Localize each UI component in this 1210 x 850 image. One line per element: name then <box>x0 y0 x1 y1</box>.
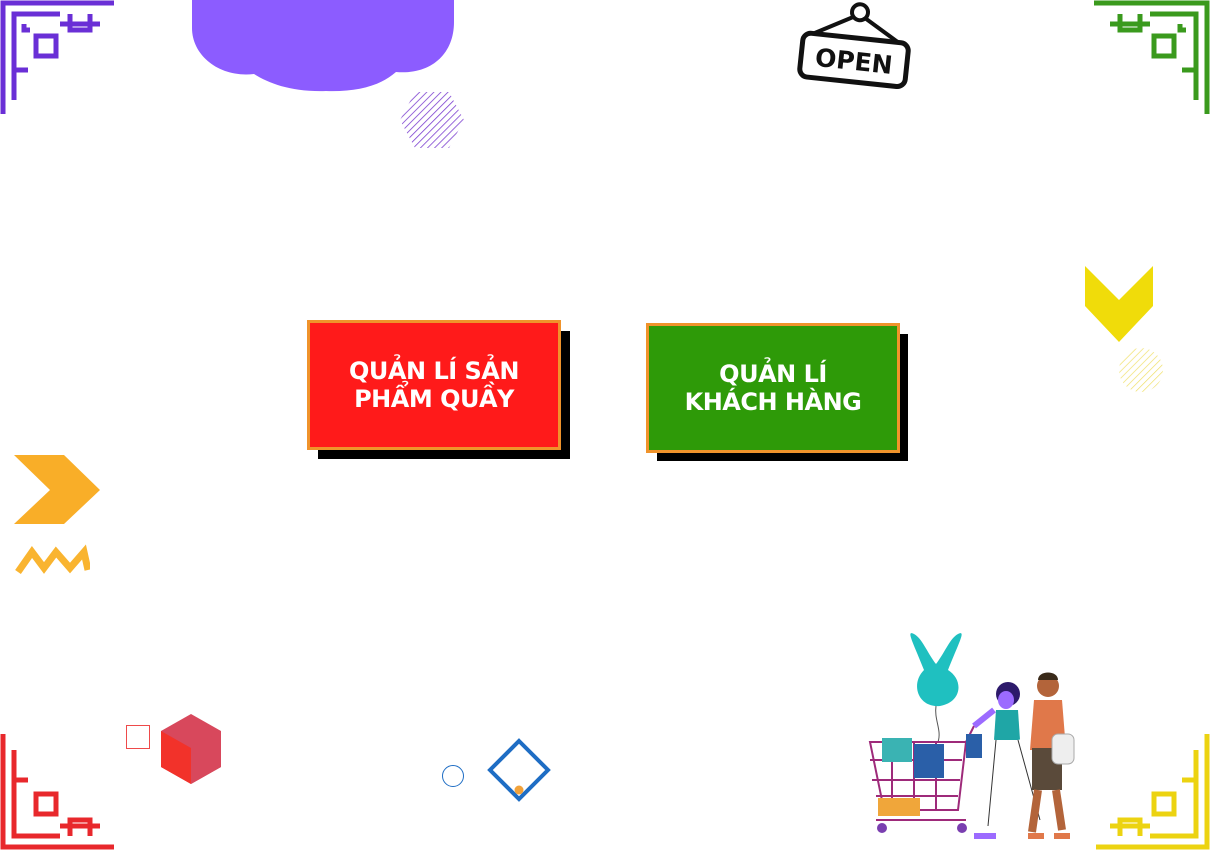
circle-icon <box>1119 348 1163 392</box>
diamond-icon <box>487 738 551 802</box>
customer-management-label: QUẢN LÍ KHÁCH HÀNG <box>665 360 882 416</box>
corner-ornament-top-right-icon <box>1094 0 1210 114</box>
circle-outline-icon <box>442 765 464 787</box>
product-management-label: QUẢN LÍ SẢN PHẨM QUẦY <box>329 357 539 413</box>
customer-management-label-line1: QUẢN LÍ <box>719 360 827 388</box>
zigzag-icon <box>15 544 90 575</box>
square-outline-icon <box>126 725 150 749</box>
corner-ornament-bottom-left-icon <box>0 734 114 850</box>
customer-management-button[interactable]: QUẢN LÍ KHÁCH HÀNG <box>646 323 900 453</box>
man-figure <box>1028 672 1075 839</box>
corner-ornament-top-left-icon <box>0 0 114 114</box>
cube-icon <box>161 714 221 784</box>
product-management-button[interactable]: QUẢN LÍ SẢN PHẨM QUẦY <box>307 320 561 450</box>
product-management-label-line1: QUẢN LÍ SẢN <box>349 357 519 385</box>
cloud-icon <box>192 0 454 92</box>
product-management-label-line2: PHẨM QUẦY <box>354 385 514 413</box>
woman-figure <box>966 682 1046 839</box>
shopping-couple-illustration <box>868 633 1075 839</box>
open-sign-icon: OPEN <box>797 2 911 90</box>
chevron-down-icon <box>1085 266 1153 342</box>
balloon-icon <box>910 633 962 743</box>
corner-ornament-bottom-right-icon <box>1096 734 1210 850</box>
customer-management-label-line2: KHÁCH HÀNG <box>684 388 862 416</box>
hexagon-icon <box>400 92 464 148</box>
chevron-right-icon <box>14 455 100 524</box>
